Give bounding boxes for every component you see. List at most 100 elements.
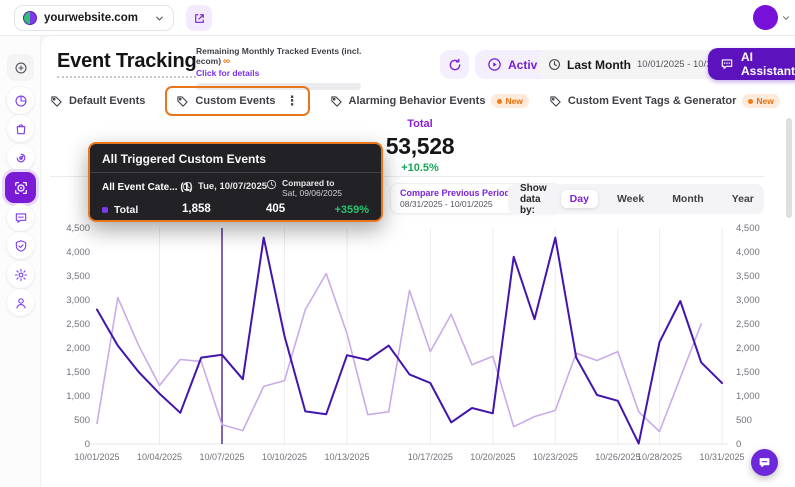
tooltip-date-cell: Tue, 10/07/2025 bbox=[182, 181, 267, 192]
refresh-button[interactable] bbox=[440, 50, 469, 79]
radar-icon bbox=[14, 151, 28, 165]
y-tick-left: 2,000 bbox=[66, 343, 90, 354]
sidebar-item-analytics[interactable] bbox=[7, 87, 34, 114]
sidebar-item-ecommerce[interactable] bbox=[7, 115, 34, 142]
events-line-chart[interactable]: 005005001,0001,0001,5001,5002,0002,0002,… bbox=[60, 220, 772, 472]
series-current bbox=[97, 238, 722, 444]
chart-tooltip: All Triggered Custom Events All Event Ca… bbox=[88, 142, 383, 222]
y-tick-left: 1,000 bbox=[66, 391, 90, 402]
y-tick-right: 3,500 bbox=[736, 271, 760, 282]
x-tick-label: 10/13/2025 bbox=[324, 452, 369, 462]
clock-icon bbox=[266, 179, 277, 190]
tooltip-current-value: 1,858 bbox=[182, 203, 211, 215]
scrollbar-thumb[interactable] bbox=[786, 118, 792, 218]
total-summary: Total 53,528 +10.5% bbox=[374, 118, 466, 174]
y-tick-left: 3,500 bbox=[66, 271, 90, 282]
x-tick-label: 10/28/2025 bbox=[637, 452, 682, 462]
x-tick-label: 10/10/2025 bbox=[262, 452, 307, 462]
sidebar-item-settings[interactable] bbox=[7, 261, 34, 288]
y-tick-right: 500 bbox=[736, 415, 752, 426]
compare-title: Compare Previous Period bbox=[400, 188, 510, 198]
y-tick-right: 4,500 bbox=[736, 223, 760, 234]
tab-custom-event-tags-generator[interactable]: Custom Event Tags & GeneratorNew bbox=[549, 94, 780, 108]
x-tick-label: 10/26/2025 bbox=[595, 452, 640, 462]
new-badge: New bbox=[491, 94, 528, 108]
tab-menu-kebab-icon[interactable]: ⋮ bbox=[286, 93, 299, 109]
open-site-button[interactable] bbox=[186, 5, 212, 31]
dot-icon bbox=[497, 99, 502, 104]
refresh-icon bbox=[448, 58, 462, 72]
tag-icon bbox=[549, 95, 562, 108]
y-tick-left: 2,500 bbox=[66, 319, 90, 330]
sidebar-item-behavior[interactable] bbox=[7, 144, 34, 171]
sidebar-item-event-tracking[interactable] bbox=[5, 172, 36, 203]
show-data-by-label: Show data by: bbox=[520, 183, 547, 216]
target-icon bbox=[13, 180, 29, 196]
y-tick-right: 4,000 bbox=[736, 247, 760, 258]
tab-default-events[interactable]: Default Events bbox=[50, 95, 145, 108]
tooltip-divider bbox=[90, 172, 381, 173]
dot-icon bbox=[748, 99, 753, 104]
chat-bubble-icon bbox=[720, 57, 734, 71]
ai-assistant-button[interactable]: AI Assistant bbox=[708, 48, 795, 80]
y-tick-right: 2,500 bbox=[736, 319, 760, 330]
avatar bbox=[753, 5, 778, 30]
click-for-details-link[interactable]: Click for details bbox=[196, 68, 368, 78]
ai-assistant-label: AI Assistant bbox=[741, 50, 795, 78]
site-selector[interactable]: yourwebsite.com bbox=[14, 5, 174, 31]
tab-label: Custom Events bbox=[195, 95, 275, 107]
x-tick-label: 10/01/2025 bbox=[74, 452, 119, 462]
user-icon bbox=[14, 296, 28, 310]
granularity-option-month[interactable]: Month bbox=[663, 190, 713, 208]
y-tick-left: 4,500 bbox=[66, 223, 90, 234]
shield-check-icon bbox=[14, 239, 28, 253]
granularity-option-year[interactable]: Year bbox=[723, 190, 763, 208]
tab-alarming-behavior-events[interactable]: Alarming Behavior Events New bbox=[330, 94, 529, 108]
sidebar-item-feedback[interactable] bbox=[7, 204, 34, 231]
chevron-down-icon bbox=[781, 13, 791, 23]
granularity-option-day[interactable]: Day bbox=[561, 190, 598, 208]
total-value: 53,528 bbox=[374, 133, 466, 160]
tag-icon bbox=[176, 95, 189, 108]
series-previous bbox=[97, 274, 701, 432]
event-tabs: Default Events Custom Events ⋮ Alarming Beh… bbox=[50, 86, 780, 116]
sidebar-item-account[interactable] bbox=[7, 289, 34, 316]
tooltip-compared-value: 405 bbox=[266, 203, 285, 215]
x-tick-label: 10/07/2025 bbox=[199, 452, 244, 462]
tab-label: Custom Event Tags & Generator bbox=[568, 95, 737, 107]
x-tick-label: 10/23/2025 bbox=[533, 452, 578, 462]
chevron-down-icon bbox=[154, 13, 165, 24]
help-chat-widget[interactable] bbox=[751, 449, 778, 476]
series-dot-icon bbox=[102, 207, 108, 213]
compare-range: 08/31/2025 - 10/01/2025 bbox=[400, 199, 510, 209]
tab-custom-events[interactable]: Custom Events ⋮ bbox=[165, 86, 309, 116]
granularity-option-week[interactable]: Week bbox=[608, 190, 653, 208]
y-tick-left: 1,500 bbox=[66, 367, 90, 378]
sidebar bbox=[0, 36, 41, 487]
tooltip-header-row: All Event Cate... (1) Tue, 10/07/2025 Co… bbox=[102, 179, 369, 201]
show-data-by-control: Show data by: Day Week Month Year bbox=[508, 184, 764, 214]
gear-icon bbox=[14, 268, 28, 282]
sidebar-item-privacy[interactable] bbox=[7, 232, 34, 259]
pie-chart-icon bbox=[14, 94, 28, 108]
x-tick-label: 10/17/2025 bbox=[408, 452, 453, 462]
tooltip-category: All Event Cate... (1) bbox=[102, 182, 193, 193]
chat-bubble-icon bbox=[758, 456, 771, 469]
play-circle-icon bbox=[487, 57, 502, 72]
x-tick-label: 10/04/2025 bbox=[137, 452, 182, 462]
tag-icon bbox=[330, 95, 343, 108]
y-tick-left: 500 bbox=[74, 415, 90, 426]
y-tick-left: 0 bbox=[85, 439, 90, 450]
y-tick-left: 4,000 bbox=[66, 247, 90, 258]
page-title: Event Tracking bbox=[57, 50, 196, 78]
tooltip-title: All Triggered Custom Events bbox=[102, 152, 369, 166]
plus-circle-icon bbox=[14, 61, 28, 75]
tab-label: Alarming Behavior Events bbox=[349, 95, 486, 107]
chat-bubble-icon bbox=[14, 211, 28, 225]
y-tick-right: 1,000 bbox=[736, 391, 760, 402]
user-menu[interactable] bbox=[753, 5, 791, 30]
site-logo-icon bbox=[23, 11, 37, 25]
sidebar-item-expand-sidebar[interactable] bbox=[7, 54, 34, 81]
tooltip-value-row: Total 1,858 405 +359% bbox=[102, 201, 369, 223]
y-tick-right: 1,500 bbox=[736, 367, 760, 378]
